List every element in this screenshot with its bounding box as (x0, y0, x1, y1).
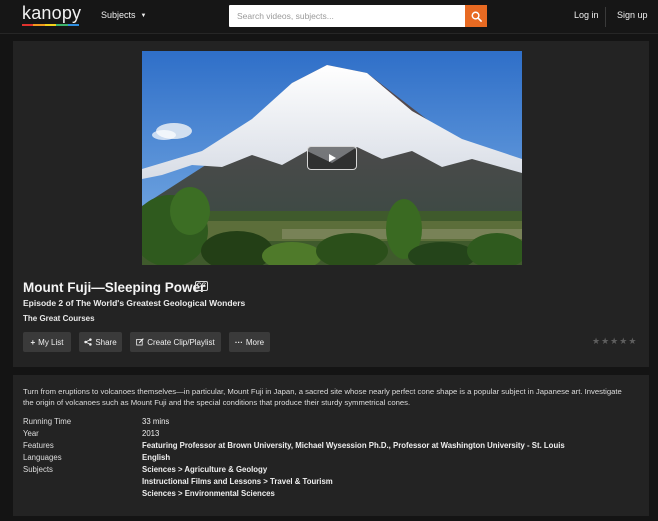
play-button[interactable] (307, 146, 357, 170)
year-value: 2013 (142, 429, 160, 438)
search-button[interactable] (465, 5, 487, 27)
ellipsis-icon: ··· (234, 337, 243, 347)
login-link[interactable]: Log in (574, 10, 599, 20)
plus-icon: + (30, 337, 36, 347)
year-label: Year (23, 429, 39, 438)
signup-link[interactable]: Sign up (617, 10, 648, 20)
play-icon (329, 154, 336, 162)
my-list-button[interactable]: + My List (23, 332, 71, 352)
publisher-name[interactable]: The Great Courses (23, 314, 95, 323)
create-clip-label: Create Clip/Playlist (147, 337, 215, 347)
my-list-label: My List (38, 337, 64, 347)
star-icon[interactable]: ★ (619, 336, 627, 346)
video-description: Turn from eruptions to volcanoes themsel… (23, 387, 622, 407)
more-button[interactable]: ··· More (229, 332, 270, 352)
subjects-menu-label: Subjects (101, 10, 136, 20)
share-label: Share (95, 337, 117, 347)
subjects-menu[interactable]: Subjects ▼ (101, 10, 146, 20)
star-rating[interactable]: ★ ★ ★ ★ ★ (592, 336, 636, 346)
video-title: Mount Fuji—Sleeping Power (23, 280, 206, 295)
features-label: Features (23, 441, 54, 450)
top-navigation-bar: kanopy Subjects ▼ Log in Sign up (0, 0, 658, 34)
more-label: More (245, 337, 265, 347)
search-input[interactable] (229, 5, 465, 27)
header-divider (605, 7, 606, 27)
logo-color-stripe (22, 24, 80, 26)
star-icon[interactable]: ★ (592, 336, 600, 346)
search-bar (229, 5, 487, 27)
features-value[interactable]: Featuring Professor at Brown University,… (142, 441, 565, 450)
share-button[interactable]: Share (79, 332, 122, 352)
share-icon (84, 338, 92, 346)
star-icon[interactable]: ★ (601, 336, 609, 346)
kanopy-logo[interactable]: kanopy (22, 4, 82, 28)
search-icon (471, 11, 482, 22)
caret-down-icon: ▼ (140, 13, 147, 19)
subject-link[interactable]: Sciences > Environmental Sciences (142, 489, 275, 498)
star-icon[interactable]: ★ (610, 336, 618, 346)
running-time-value: 33 mins (142, 417, 170, 426)
languages-label: Languages (23, 453, 62, 462)
subject-link[interactable]: Instructional Films and Lessons > Travel… (142, 477, 333, 486)
episode-subtitle[interactable]: Episode 2 of The World's Greatest Geolog… (23, 298, 245, 308)
closed-captions-icon: CC (195, 281, 208, 291)
running-time-label: Running Time (23, 417, 72, 426)
languages-value: English (142, 453, 171, 462)
star-icon[interactable]: ★ (628, 336, 636, 346)
create-clip-playlist-button[interactable]: Create Clip/Playlist (130, 332, 221, 352)
logo-text: kanopy (22, 3, 82, 23)
edit-icon (136, 338, 144, 346)
subjects-label: Subjects (23, 465, 53, 474)
subject-link[interactable]: Sciences > Agriculture & Geology (142, 465, 267, 474)
